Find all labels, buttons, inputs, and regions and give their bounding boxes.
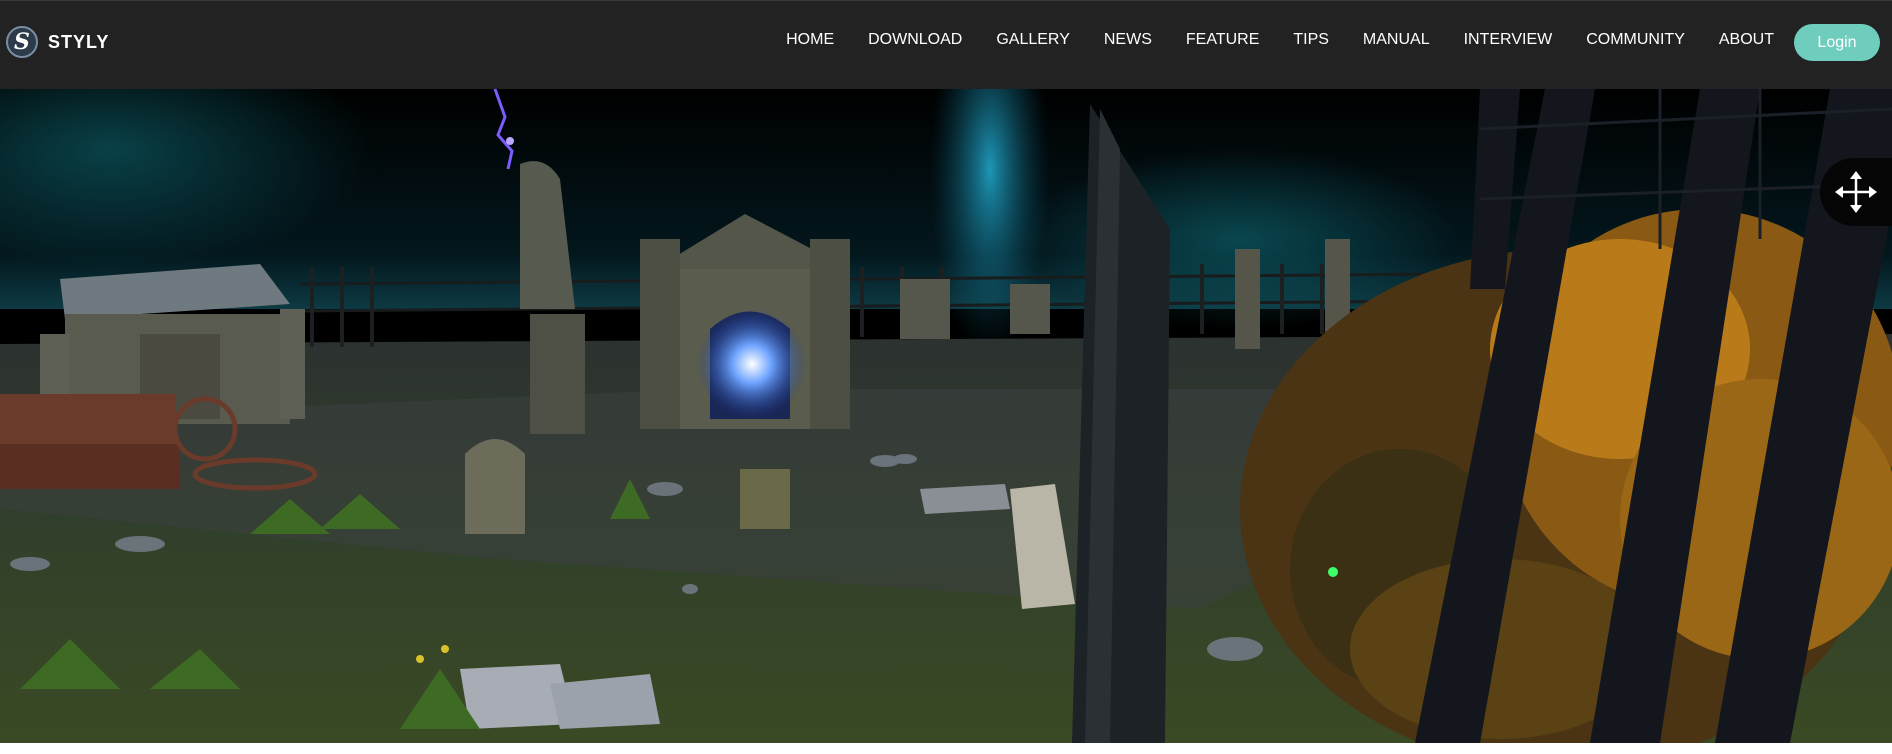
graveyard-scene-image (0, 89, 1892, 743)
login-button[interactable]: Login (1794, 24, 1880, 61)
nav-interview[interactable]: INTERVIEW (1464, 31, 1553, 49)
nav-about[interactable]: ABOUT (1719, 31, 1774, 49)
styly-logo-icon: S (6, 26, 38, 58)
nav-news[interactable]: NEWS (1104, 31, 1152, 49)
styly-logo[interactable]: S STYLY (6, 24, 109, 60)
nav-community[interactable]: COMMUNITY (1586, 31, 1685, 49)
nav-home[interactable]: HOME (786, 31, 834, 49)
top-navigation-bar: S STYLY HOME DOWNLOAD GALLERY NEWS FEATU… (0, 0, 1892, 89)
move-control[interactable] (1820, 158, 1892, 226)
nav-manual[interactable]: MANUAL (1363, 31, 1430, 49)
nav-gallery[interactable]: GALLERY (996, 31, 1070, 49)
nav-feature[interactable]: FEATURE (1186, 31, 1259, 49)
3d-scene-viewer[interactable] (0, 89, 1892, 743)
main-menu: HOME DOWNLOAD GALLERY NEWS FEATURE TIPS … (786, 31, 1774, 49)
move-arrows-icon (1835, 171, 1877, 213)
nav-download[interactable]: DOWNLOAD (868, 31, 962, 49)
nav-tips[interactable]: TIPS (1293, 31, 1329, 49)
logo-text: STYLY (48, 31, 110, 52)
